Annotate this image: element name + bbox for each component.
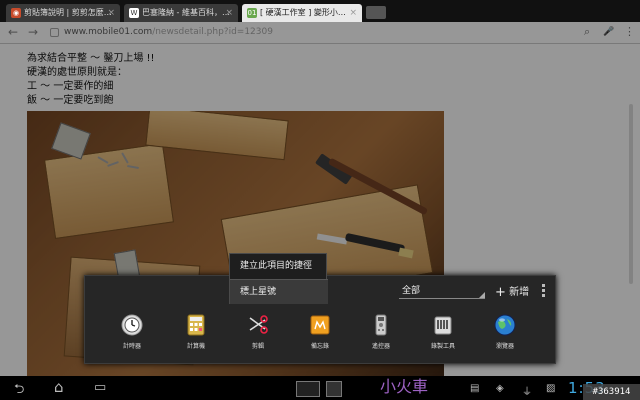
tab-label: 巴塞隆納 - 維基百科，自由 bbox=[142, 8, 230, 17]
screenshot-thumbnail[interactable] bbox=[296, 381, 320, 397]
add-button[interactable]: + 新增 bbox=[495, 283, 529, 300]
mobile01-favicon-icon: 01 bbox=[247, 8, 257, 18]
back-button-icon[interactable]: ⮌ bbox=[14, 380, 24, 400]
tab-close-icon[interactable]: × bbox=[349, 4, 357, 22]
usb-connection-icon[interactable]: ⏚ bbox=[522, 383, 532, 398]
id-tag: #363914 bbox=[583, 384, 640, 400]
add-label: 新增 bbox=[509, 287, 530, 298]
image-notification-icon[interactable]: ▨ bbox=[546, 383, 555, 394]
overflow-menu-icon[interactable] bbox=[542, 284, 546, 297]
category-value: 全部 bbox=[402, 286, 421, 296]
app-label: 剪輯 bbox=[251, 343, 264, 350]
new-tab-button[interactable] bbox=[366, 6, 386, 19]
app-label: 遙控器 bbox=[371, 343, 390, 350]
app-timer[interactable]: 計時器 bbox=[112, 314, 152, 350]
tab-bar: ◉ 剪貼簿說明 | 剪剪怎麼畫家 × W 巴塞隆納 - 維基百科，自由 × 01… bbox=[0, 0, 640, 22]
notification-icon[interactable]: ▤ bbox=[470, 383, 479, 394]
app-label: 瀏覽器 bbox=[495, 343, 514, 350]
timer-icon bbox=[121, 314, 143, 336]
home-button-icon[interactable]: ⌂ bbox=[54, 378, 64, 396]
app-browser[interactable]: 瀏覽器 bbox=[485, 314, 525, 350]
overlay-text: 小火車 bbox=[380, 377, 429, 396]
tab-favicon-icon: ◉ bbox=[11, 8, 21, 18]
app-label: 錄製工具 bbox=[430, 343, 455, 350]
create-shortcut-menu-item[interactable]: 建立此項目的捷徑 bbox=[230, 254, 328, 279]
android-debug-icon[interactable]: ◈ bbox=[496, 383, 504, 394]
app-recorder[interactable]: 錄製工具 bbox=[423, 314, 463, 350]
tab-2[interactable]: W 巴塞隆納 - 維基百科，自由 × bbox=[124, 4, 238, 22]
app-label: 備忘錄 bbox=[310, 343, 329, 350]
add-star-menu-item[interactable]: 標上星號 bbox=[230, 279, 328, 304]
screen: ◉ 剪貼簿說明 | 剪剪怎麼畫家 × W 巴塞隆納 - 維基百科，自由 × 01… bbox=[0, 0, 640, 400]
tab-1[interactable]: ◉ 剪貼簿說明 | 剪剪怎麼畫家 × bbox=[6, 4, 120, 22]
memo-icon bbox=[310, 315, 330, 335]
browser-globe-icon bbox=[494, 314, 516, 336]
tab-3-active[interactable]: 01 [ 硬漢工作室 ] 變形小火車 × bbox=[242, 4, 362, 22]
app-memo[interactable]: 備忘錄 bbox=[300, 314, 340, 350]
app-label: 計算機 bbox=[186, 343, 205, 350]
plus-icon: + bbox=[495, 285, 506, 300]
tab-label: [ 硬漢工作室 ] 變形小火車 bbox=[260, 8, 348, 17]
app-clip[interactable]: 剪輯 bbox=[238, 314, 278, 350]
recent-apps-icon[interactable]: ▭ bbox=[94, 380, 106, 395]
system-bar: ⮌ ⌂ ▭ 小火車 ▤ ◈ ⏚ ▨ 1:53 bbox=[0, 376, 640, 400]
wikipedia-favicon-icon: W bbox=[129, 8, 139, 18]
recorder-icon bbox=[434, 316, 452, 335]
calculator-icon bbox=[187, 314, 205, 336]
context-menu: 建立此項目的捷徑 標上星號 bbox=[229, 253, 328, 304]
app-remote[interactable]: 遙控器 bbox=[361, 314, 401, 350]
tab-close-icon[interactable]: × bbox=[107, 4, 115, 22]
tab-label: 剪貼簿說明 | 剪剪怎麼畫家 bbox=[24, 8, 112, 17]
scissors-icon bbox=[249, 315, 268, 334]
app-label: 計時器 bbox=[122, 343, 141, 350]
category-dropdown[interactable]: 全部 bbox=[399, 283, 485, 299]
tab-close-icon[interactable]: × bbox=[225, 4, 233, 22]
usb-icon[interactable] bbox=[326, 381, 342, 397]
remote-control-icon bbox=[375, 314, 387, 336]
dropdown-caret-icon bbox=[479, 292, 485, 298]
app-calculator[interactable]: 計算機 bbox=[176, 314, 216, 350]
